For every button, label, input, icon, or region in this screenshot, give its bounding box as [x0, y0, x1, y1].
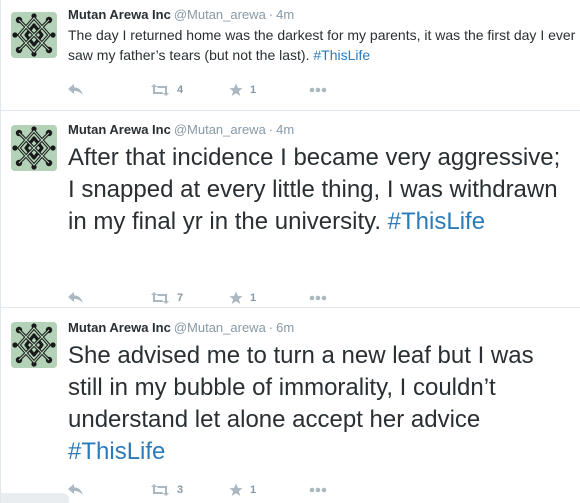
author-name[interactable]: Mutan Arewa Inc — [68, 122, 171, 137]
tweet-text: After that incidence I became very aggre… — [68, 142, 573, 238]
favorite-count: 1 — [250, 484, 257, 496]
favorite-button[interactable]: 1 — [229, 80, 256, 100]
avatar[interactable] — [11, 12, 57, 58]
hashtag-link[interactable]: #ThisLife — [68, 438, 165, 465]
more-button[interactable] — [309, 80, 327, 100]
arewa-knot-logo-icon — [11, 12, 57, 58]
header-separator: · — [268, 320, 274, 335]
header-separator: · — [268, 7, 274, 22]
author-handle[interactable]: @Mutan_arewa — [174, 122, 266, 137]
reply-icon — [68, 84, 83, 95]
tweet-header: Mutan Arewa Inc @Mutan_arewa · 4m — [68, 122, 294, 138]
tweet-timestamp[interactable]: 4m — [276, 7, 294, 22]
star-icon — [229, 291, 243, 304]
tweet-text: The day I returned home was the darkest … — [68, 25, 578, 65]
retweet-icon — [151, 292, 169, 304]
arewa-knot-logo-icon — [11, 322, 57, 368]
favorite-count: 1 — [250, 84, 257, 96]
retweet-button[interactable]: 7 — [150, 288, 183, 308]
favorite-button[interactable]: 1 — [229, 480, 256, 500]
scroll-bar-corner[interactable] — [1, 493, 69, 503]
favorite-button[interactable]: 1 — [229, 288, 256, 308]
more-button[interactable] — [309, 480, 327, 500]
retweet-icon — [151, 484, 169, 496]
star-icon — [229, 83, 243, 96]
retweet-count: 4 — [177, 84, 184, 96]
tweet[interactable]: Mutan Arewa Inc @Mutan_arewa · 6m She advis… — [1, 308, 580, 503]
more-dots-icon — [309, 487, 327, 493]
tweet-timeline: Mutan Arewa Inc @Mutan_arewa · 4m The day I… — [0, 0, 580, 503]
author-name[interactable]: Mutan Arewa Inc — [68, 320, 171, 335]
reply-button[interactable] — [68, 80, 84, 100]
tweet-body: After that incidence I became very aggre… — [68, 144, 561, 235]
reply-icon — [68, 484, 83, 495]
reply-button[interactable] — [68, 288, 84, 308]
reply-icon — [68, 292, 83, 303]
retweet-button[interactable]: 4 — [150, 80, 183, 100]
retweet-count: 7 — [177, 292, 184, 304]
author-handle[interactable]: @Mutan_arewa — [174, 7, 266, 22]
tweet[interactable]: Mutan Arewa Inc @Mutan_arewa · 4m The day I… — [1, 0, 580, 111]
retweet-count: 3 — [177, 484, 184, 496]
tweet[interactable]: Mutan Arewa Inc @Mutan_arewa · 4m After tha… — [1, 111, 580, 308]
favorite-count: 1 — [250, 292, 257, 304]
arewa-knot-logo-icon — [11, 125, 57, 171]
avatar[interactable] — [11, 322, 57, 368]
tweet-body: She advised me to turn a new leaf but I … — [68, 342, 534, 433]
tweet-timestamp[interactable]: 6m — [276, 320, 294, 335]
tweet-header: Mutan Arewa Inc @Mutan_arewa · 6m — [68, 320, 294, 336]
tweet-text: She advised me to turn a new leaf but I … — [68, 340, 573, 468]
more-button[interactable] — [309, 288, 327, 308]
author-handle[interactable]: @Mutan_arewa — [174, 320, 266, 335]
star-icon — [229, 483, 243, 496]
header-separator: · — [268, 122, 274, 137]
retweet-button[interactable]: 3 — [150, 480, 183, 500]
tweet-actions: 4 1 — [68, 80, 368, 100]
tweet-timestamp[interactable]: 4m — [276, 122, 294, 137]
more-dots-icon — [309, 295, 327, 301]
retweet-icon — [151, 84, 169, 96]
tweet-actions: 3 1 — [68, 480, 368, 500]
hashtag-link[interactable]: #ThisLife — [313, 47, 370, 63]
avatar[interactable] — [11, 125, 57, 171]
tweet-header: Mutan Arewa Inc @Mutan_arewa · 4m — [68, 7, 294, 23]
author-name[interactable]: Mutan Arewa Inc — [68, 7, 171, 22]
hashtag-link[interactable]: #ThisLife — [388, 208, 485, 235]
more-dots-icon — [309, 87, 327, 93]
tweet-actions: 7 1 — [68, 288, 368, 308]
reply-button[interactable] — [68, 480, 84, 500]
